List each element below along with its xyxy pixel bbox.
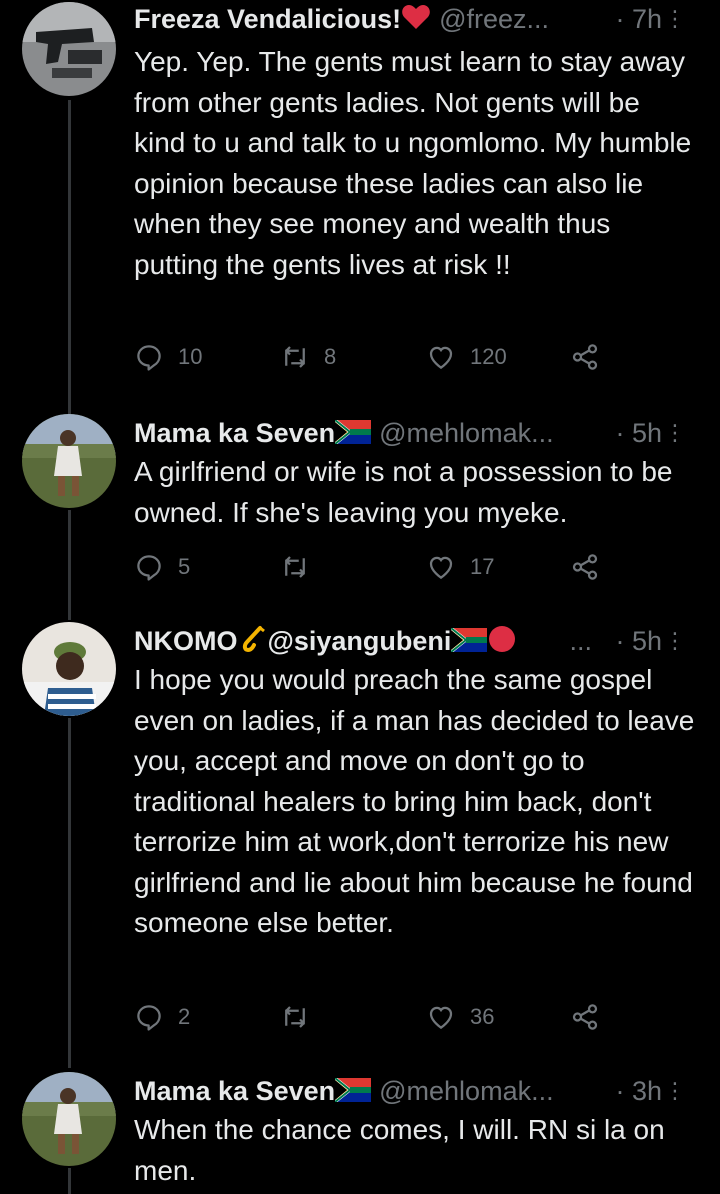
reply-icon — [137, 345, 161, 371]
retweet-button[interactable] — [280, 550, 324, 584]
timestamp[interactable]: · 5h — [615, 624, 662, 658]
more-options-icon[interactable]: ⋮ — [664, 624, 686, 658]
heart-emoji — [401, 3, 431, 39]
tweet[interactable]: Freeza Vendalicious! @freez... · 7h ⋮ Yep… — [0, 0, 720, 410]
timestamp[interactable]: · 7h — [615, 2, 662, 36]
share-button[interactable] — [570, 550, 614, 584]
share-icon — [572, 1004, 598, 1030]
retweet-button[interactable]: 8 — [280, 340, 336, 374]
more-options-icon[interactable]: ⋮ — [664, 416, 686, 450]
user-handle[interactable]: @siyangubeni — [268, 626, 452, 656]
timestamp[interactable]: · 5h — [615, 416, 662, 450]
tweet[interactable]: Mama ka Seven @mehlomak... · 5h ⋮ A girlf… — [0, 414, 720, 614]
tweet-text: A girlfriend or wife is not a possession… — [134, 456, 681, 528]
share-button[interactable] — [570, 340, 614, 374]
display-name[interactable]: NKOMO — [134, 626, 238, 656]
retweet-count: 8 — [324, 344, 337, 369]
tweet-actions: 2 36 — [134, 1000, 720, 1034]
avatar[interactable] — [22, 1072, 116, 1166]
avatar[interactable] — [22, 622, 116, 716]
tweet[interactable]: Mama ka Seven @mehlomak... · 3h ⋮ When th… — [0, 1072, 720, 1194]
reply-button[interactable]: 2 — [134, 1000, 190, 1034]
avatar[interactable] — [22, 2, 116, 96]
like-button[interactable]: 17 — [426, 550, 494, 584]
tweet-text: Yep. Yep. The gents must learn to stay a… — [134, 46, 699, 280]
reply-count: 2 — [178, 1004, 191, 1029]
red-circle-emoji — [487, 624, 517, 662]
like-button[interactable]: 36 — [426, 1000, 494, 1034]
timestamp[interactable]: · 3h — [615, 1074, 662, 1108]
saxophone-emoji — [238, 625, 266, 661]
tweet-actions: 10 8 120 — [134, 340, 720, 374]
like-count: 36 — [470, 1004, 495, 1029]
share-icon — [572, 554, 598, 580]
display-name[interactable]: Mama ka Seven — [134, 418, 335, 448]
retweet-button[interactable] — [280, 1000, 324, 1034]
like-button[interactable]: 120 — [426, 340, 507, 374]
user-handle[interactable]: @freez... — [439, 4, 549, 34]
tweet-actions: 5 17 — [134, 550, 720, 584]
more-options-icon[interactable]: ⋮ — [664, 1074, 686, 1108]
reply-count: 5 — [178, 554, 191, 579]
reply-count: 10 — [178, 344, 203, 369]
avatar[interactable] — [22, 414, 116, 508]
south-africa-flag-emoji — [450, 626, 488, 660]
reply-icon — [137, 1005, 161, 1031]
share-icon — [572, 344, 598, 370]
user-handle[interactable]: @mehlomak... — [379, 418, 553, 448]
tweet-text: When the chance comes, I will. RN si la … — [134, 1114, 673, 1186]
tweet[interactable]: NKOMO @siyangubeni ... · 5h ⋮ I hope you … — [0, 622, 720, 1062]
more-options-icon[interactable]: ⋮ — [664, 2, 686, 36]
display-name[interactable]: Mama ka Seven — [134, 1076, 335, 1106]
like-count: 120 — [470, 344, 507, 369]
heart-icon — [429, 1006, 453, 1029]
reply-button[interactable]: 10 — [134, 340, 202, 374]
tweet-text: I hope you would preach the same gospel … — [134, 664, 703, 938]
heart-icon — [429, 346, 453, 369]
share-button[interactable] — [570, 1000, 614, 1034]
handle-ellipsis: ... — [569, 626, 592, 656]
heart-icon — [429, 556, 453, 579]
reply-button[interactable]: 5 — [134, 550, 190, 584]
user-handle[interactable]: @mehlomak... — [379, 1076, 553, 1106]
retweet-icon — [285, 556, 305, 578]
south-africa-flag-emoji — [334, 418, 372, 452]
reply-icon — [137, 555, 161, 581]
south-africa-flag-emoji — [334, 1076, 372, 1110]
retweet-icon — [285, 346, 305, 368]
display-name[interactable]: Freeza Vendalicious! — [134, 4, 401, 34]
like-count: 17 — [470, 554, 495, 579]
retweet-icon — [285, 1006, 305, 1028]
